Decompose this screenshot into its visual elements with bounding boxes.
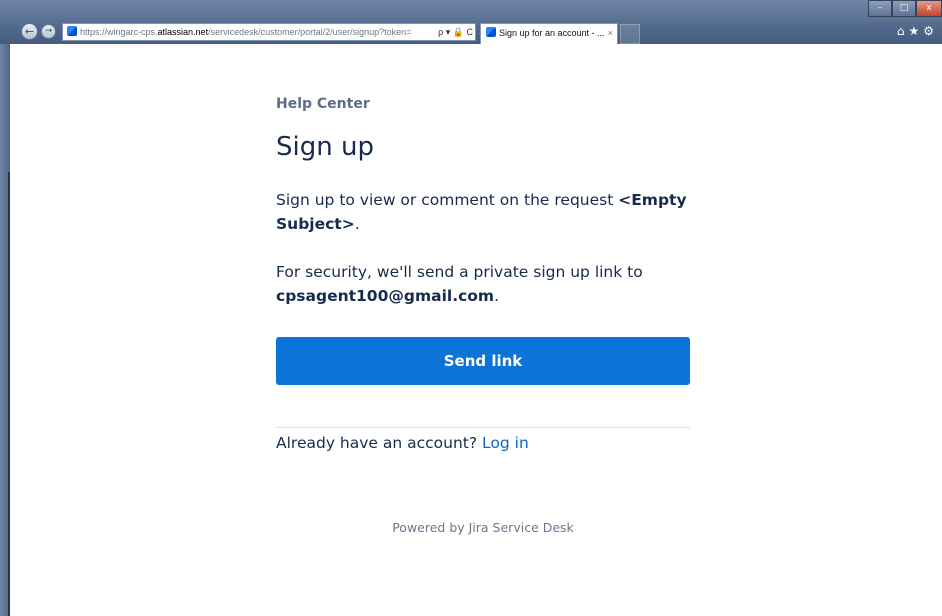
login-prompt: Already have an account? Log in <box>276 431 529 455</box>
page-title: Sign up <box>276 132 374 162</box>
browser-chrome: ← → https://wingarc-cps.atlassian.net/se… <box>0 0 942 44</box>
url-path: /servicedesk/customer/portal/2/user/sign… <box>208 27 412 37</box>
security-notice-end: . <box>494 287 500 305</box>
window-frame-left <box>0 44 10 616</box>
back-button[interactable]: ← <box>21 23 38 40</box>
security-notice: For security, we'll send a private sign … <box>276 260 690 308</box>
divider <box>276 427 690 428</box>
window-controls: – □ x <box>868 0 942 17</box>
tab-close-icon[interactable]: × <box>608 24 613 43</box>
help-center-link[interactable]: Help Center <box>276 96 370 112</box>
atlassian-tab-favicon-icon <box>486 27 496 37</box>
maximize-button[interactable]: □ <box>892 0 916 17</box>
recipient-email: cpsagent100@gmail.com <box>276 287 495 305</box>
address-bar[interactable]: https://wingarc-cps.atlassian.net/servic… <box>62 23 476 41</box>
atlassian-favicon-icon <box>67 26 77 36</box>
security-notice-text: For security, we'll send a private sign … <box>276 263 643 281</box>
request-description-end: . <box>354 215 360 233</box>
send-link-button[interactable]: Send link <box>276 337 690 385</box>
request-description-text: Sign up to view or comment on the reques… <box>276 191 619 209</box>
home-icon[interactable]: ⌂ <box>897 24 909 38</box>
address-bar-icons[interactable]: ρ ▾ 🔒 C <box>434 24 473 40</box>
login-prompt-text: Already have an account? <box>276 434 483 452</box>
request-description: Sign up to view or comment on the reques… <box>276 188 690 236</box>
url-host: atlassian.net <box>157 27 209 37</box>
minimize-button[interactable]: – <box>868 0 892 17</box>
back-arrow-icon: ← <box>24 25 35 38</box>
favorites-star-icon[interactable]: ★ <box>908 24 923 38</box>
new-tab-button[interactable] <box>620 24 640 44</box>
tab-title: Sign up for an account - ... <box>499 28 605 38</box>
login-link[interactable]: Log in <box>482 434 529 452</box>
url-scheme: https://wingarc-cps. <box>80 27 158 37</box>
powered-by-footer: Powered by Jira Service Desk <box>392 520 574 535</box>
forward-button[interactable]: → <box>41 24 56 39</box>
settings-gear-icon[interactable]: ⚙ <box>923 24 938 38</box>
close-window-button[interactable]: x <box>916 0 942 17</box>
browser-toolbar: ⌂★⚙ <box>897 24 938 38</box>
tab-sign-up[interactable]: Sign up for an account - ... × <box>480 23 618 44</box>
forward-arrow-icon: → <box>44 26 53 36</box>
